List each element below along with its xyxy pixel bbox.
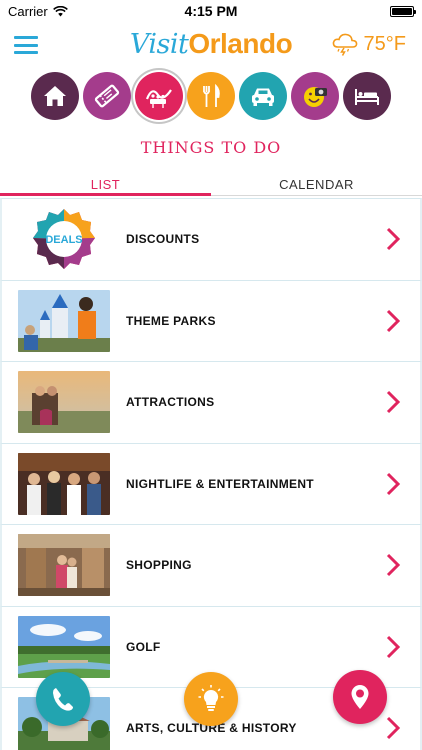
category-transportation-button[interactable] — [239, 72, 287, 120]
weather-widget[interactable]: 75°F — [332, 32, 406, 56]
list-item-discounts[interactable]: DEALS DISCOUNTS — [0, 198, 422, 280]
tab-calendar[interactable]: CALENDAR — [211, 172, 422, 196]
status-right — [274, 5, 416, 17]
list-item-label: ARTS, CULTURE & HISTORY — [126, 721, 297, 736]
bed-icon — [355, 89, 379, 105]
home-icon — [44, 86, 66, 106]
roller-coaster-icon — [145, 89, 172, 108]
chevron-right-icon — [386, 554, 401, 577]
category-fun-button[interactable] — [291, 72, 339, 120]
category-tickets-button[interactable] — [83, 72, 131, 120]
deals-badge-text: DEALS — [45, 234, 82, 246]
wifi-icon — [52, 5, 68, 16]
phone-icon — [53, 688, 73, 711]
attractions-photo — [18, 371, 110, 434]
app-header: VisitOrlando 75°F — [0, 24, 422, 68]
logo-visit: Visit — [129, 29, 189, 60]
map-pin-icon — [351, 685, 369, 709]
theme-parks-photo — [18, 289, 110, 352]
category-nav — [31, 72, 391, 120]
list-item-attractions[interactable]: ATTRACTIONS — [0, 361, 422, 443]
category-things-to-do-button[interactable] — [135, 72, 183, 120]
list-item-label: SHOPPING — [126, 558, 192, 573]
ticket-icon — [94, 84, 120, 108]
list-item-label: ATTRACTIONS — [126, 395, 215, 410]
list-item-label: THEME PARKS — [126, 313, 216, 328]
status-time: 4:15 PM — [184, 3, 238, 19]
list-item-shopping[interactable]: SHOPPING — [0, 524, 422, 606]
deals-badge-icon: DEALS — [33, 209, 95, 270]
chevron-right-icon — [386, 717, 401, 740]
thunderstorm-cloud-icon — [332, 33, 357, 56]
carrier-label: Carrier — [8, 3, 48, 19]
view-tabs: LIST CALENDAR — [0, 172, 422, 196]
tab-list[interactable]: LIST — [0, 172, 211, 196]
category-home-button[interactable] — [31, 72, 79, 120]
car-icon — [252, 88, 274, 106]
status-bar: Carrier 4:15 PM — [0, 0, 422, 22]
smiley-camera-icon — [304, 87, 327, 107]
deals-badge-image: DEALS — [18, 208, 110, 270]
logo-orlando: Orlando — [188, 28, 293, 59]
temperature-label: 75°F — [363, 32, 406, 55]
category-list: DEALS DISCOUNTS THEME PARKS ATTRACTIONS … — [0, 198, 422, 750]
battery-icon — [390, 5, 416, 17]
battery-level — [392, 7, 412, 15]
chevron-right-icon — [386, 228, 401, 251]
shopping-photo — [18, 534, 110, 597]
tips-button[interactable] — [184, 672, 238, 726]
list-item-label: GOLF — [126, 639, 161, 654]
page-title: THINGS TO DO — [140, 138, 282, 157]
category-dining-button[interactable] — [187, 72, 235, 120]
call-button[interactable] — [36, 672, 90, 726]
chevron-right-icon — [386, 391, 401, 414]
chevron-right-icon — [386, 635, 401, 658]
chevron-right-icon — [386, 309, 401, 332]
lightbulb-icon — [198, 685, 224, 711]
golf-photo — [18, 615, 110, 678]
fork-knife-icon — [203, 83, 220, 107]
map-button[interactable] — [333, 670, 387, 724]
nightlife-photo — [18, 452, 110, 515]
list-item-label: NIGHTLIFE & ENTERTAINMENT — [126, 476, 314, 491]
category-hotels-button[interactable] — [343, 72, 391, 120]
chevron-right-icon — [386, 472, 401, 495]
status-left: Carrier — [8, 4, 148, 19]
list-item-theme-parks[interactable]: THEME PARKS — [0, 279, 422, 361]
list-item-nightlife[interactable]: NIGHTLIFE & ENTERTAINMENT — [0, 442, 422, 524]
list-item-label: DISCOUNTS — [126, 232, 200, 247]
